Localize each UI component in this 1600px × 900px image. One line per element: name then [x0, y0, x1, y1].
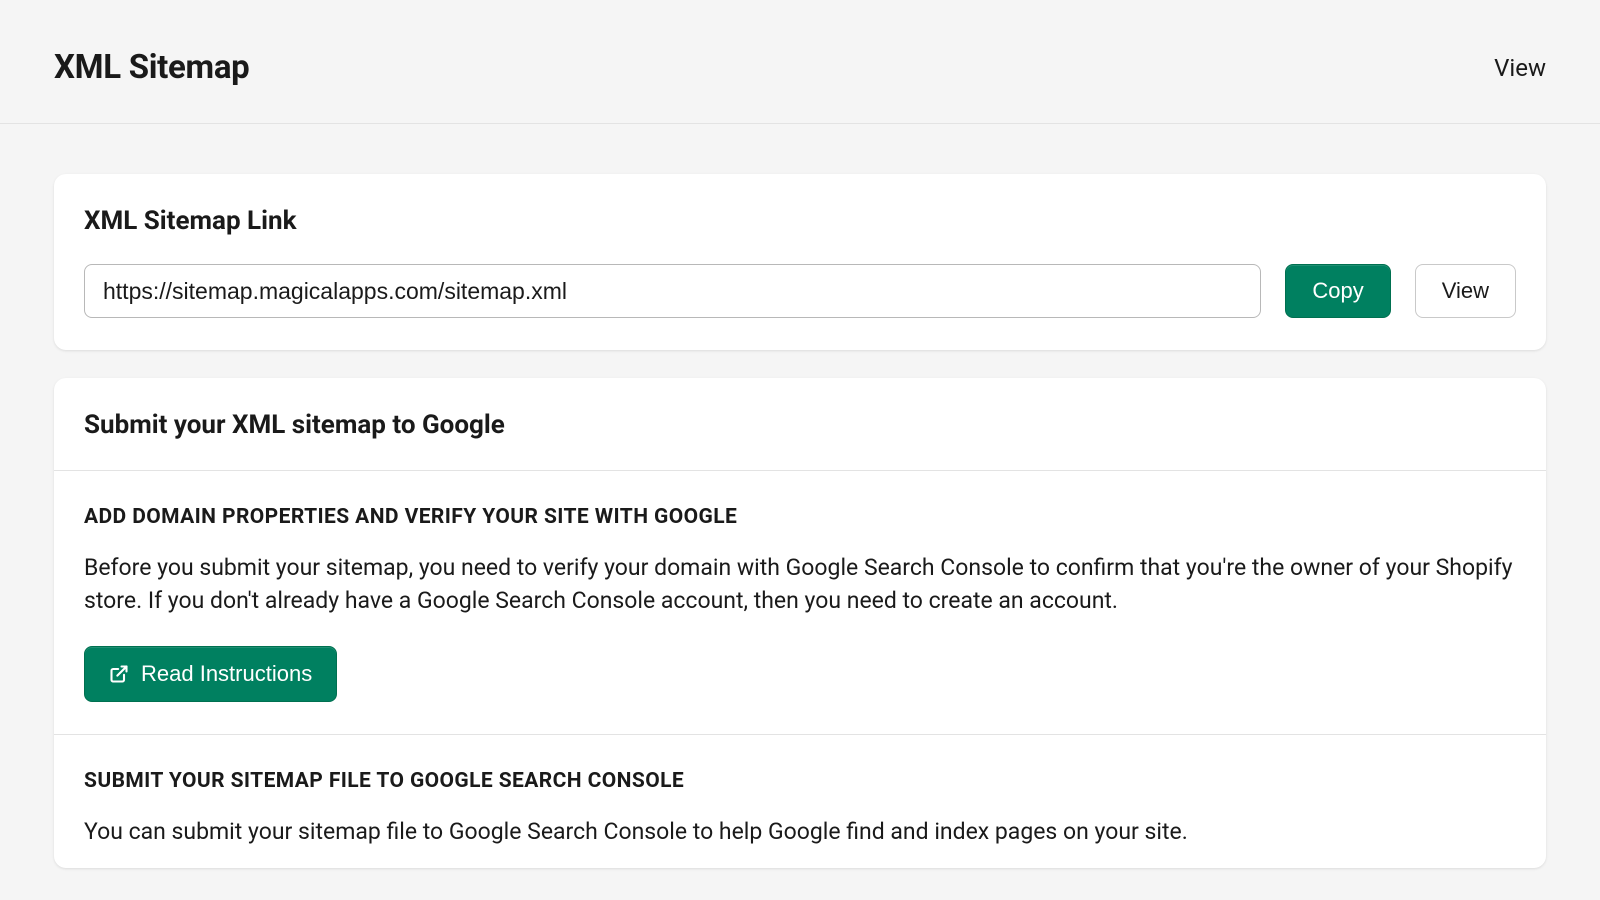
page-header: XML Sitemap View: [0, 0, 1600, 124]
read-instructions-button[interactable]: Read Instructions: [84, 646, 337, 702]
sitemap-link-card-title: XML Sitemap Link: [54, 174, 1546, 264]
external-link-icon: [109, 664, 129, 684]
verify-domain-subtitle: ADD DOMAIN PROPERTIES AND VERIFY YOUR SI…: [84, 505, 1516, 529]
header-view-link[interactable]: View: [1494, 54, 1546, 82]
view-button[interactable]: View: [1415, 264, 1516, 318]
submit-sitemap-card: Submit your XML sitemap to Google ADD DO…: [54, 378, 1546, 868]
submit-file-text: You can submit your sitemap file to Goog…: [84, 815, 1516, 848]
verify-domain-text: Before you submit your sitemap, you need…: [84, 551, 1516, 618]
submit-file-block: SUBMIT YOUR SITEMAP FILE TO GOOGLE SEARC…: [54, 735, 1546, 868]
sitemap-link-card: XML Sitemap Link Copy View: [54, 174, 1546, 350]
sitemap-link-row: Copy View: [54, 264, 1546, 350]
verify-domain-block: ADD DOMAIN PROPERTIES AND VERIFY YOUR SI…: [54, 471, 1546, 735]
sitemap-url-input[interactable]: [84, 264, 1261, 318]
page-title: XML Sitemap: [54, 48, 249, 87]
read-instructions-label: Read Instructions: [141, 661, 312, 687]
submit-sitemap-title: Submit your XML sitemap to Google: [54, 378, 1546, 471]
submit-file-subtitle: SUBMIT YOUR SITEMAP FILE TO GOOGLE SEARC…: [84, 769, 1516, 793]
content-area: XML Sitemap Link Copy View Submit your X…: [0, 124, 1600, 868]
copy-button[interactable]: Copy: [1285, 264, 1390, 318]
